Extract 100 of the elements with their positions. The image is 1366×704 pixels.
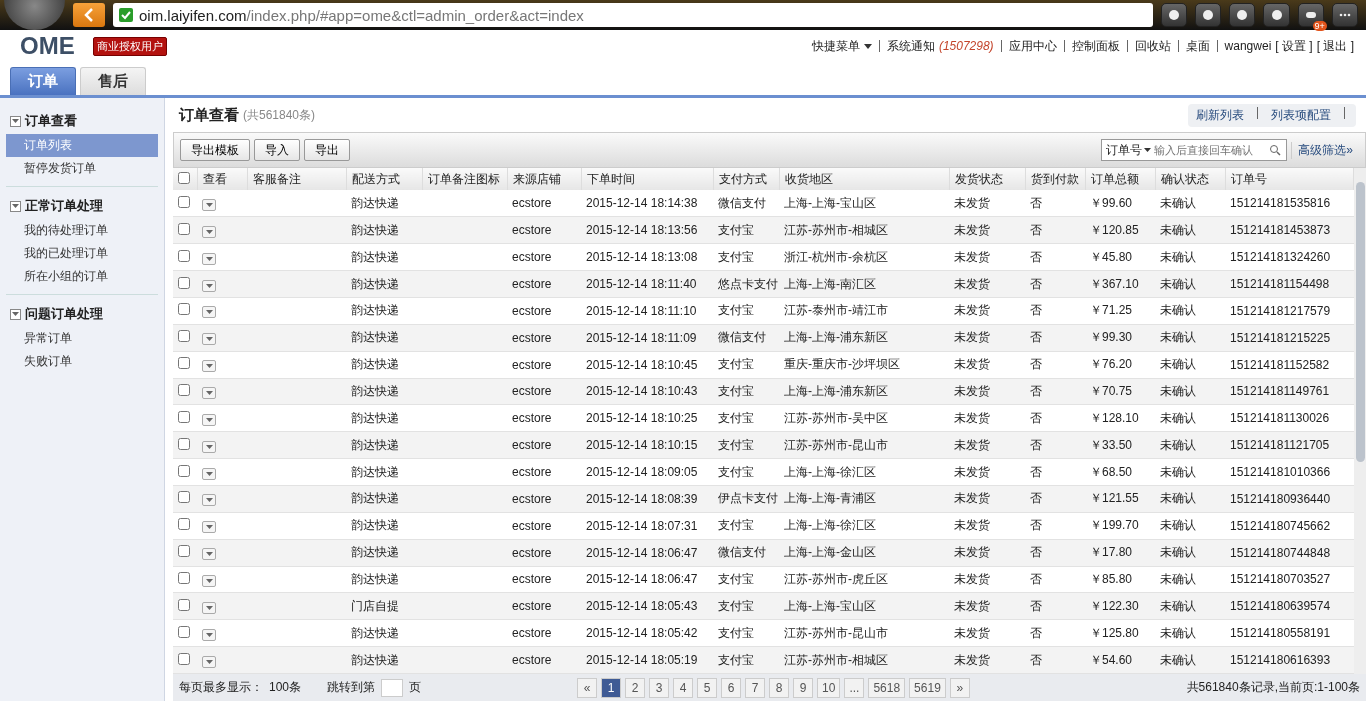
page-button[interactable]: 3 [649, 677, 670, 698]
header-link[interactable]: 控制面板 [1071, 37, 1120, 55]
action-link[interactable]: 列表项配置 [1271, 106, 1331, 124]
row-checkbox[interactable] [178, 491, 190, 504]
page-input[interactable] [381, 678, 404, 697]
search-bar[interactable]: 订单号 输入后直接回车确认 [1101, 139, 1288, 161]
browser-toolbar-button[interactable] [1195, 3, 1222, 27]
row-checkbox[interactable] [178, 303, 190, 316]
page-button[interactable]: 1 [601, 677, 622, 698]
dropdown-icon[interactable] [202, 521, 216, 534]
row-checkbox[interactable] [178, 330, 190, 343]
scrollbar[interactable] [1354, 168, 1366, 674]
dropdown-icon[interactable] [202, 225, 216, 238]
row-checkbox[interactable] [178, 625, 190, 638]
browser-toolbar-button[interactable] [1229, 3, 1256, 27]
action-link[interactable]: 刷新列表 [1196, 106, 1244, 124]
select-all-checkbox[interactable] [178, 171, 190, 184]
column-header[interactable]: 收货地区 [779, 168, 949, 190]
dropdown-icon[interactable] [202, 601, 216, 614]
quick-menu-link[interactable]: 快捷菜单 [811, 37, 860, 55]
browser-toolbar-button[interactable] [1263, 3, 1290, 27]
header-link[interactable]: 回收站 [1134, 37, 1171, 55]
sidebar-item[interactable]: 失败订单 [6, 350, 158, 373]
browser-logo-icon[interactable] [4, 0, 66, 30]
sidebar-item[interactable]: 异常订单 [6, 327, 158, 350]
row-checkbox[interactable] [178, 410, 190, 423]
sidebar-item[interactable]: 我的已处理订单 [6, 242, 158, 265]
dropdown-icon[interactable] [202, 467, 216, 480]
header-link[interactable]: 应用中心 [1008, 37, 1057, 55]
caret-icon[interactable] [1144, 148, 1152, 152]
row-checkbox[interactable] [178, 652, 190, 665]
row-checkbox[interactable] [178, 571, 190, 584]
dropdown-icon[interactable] [202, 279, 216, 292]
header-link[interactable]: [ 退出 ] [1316, 37, 1354, 55]
column-header[interactable]: 订单总额 [1085, 168, 1155, 190]
dropdown-icon[interactable] [202, 574, 216, 587]
dropdown-icon[interactable] [202, 306, 216, 319]
prev-page-button[interactable]: « [577, 677, 598, 698]
browser-toolbar-button[interactable] [1160, 3, 1188, 27]
header-link[interactable]: 桌面 [1185, 37, 1210, 55]
column-header[interactable]: 查看 [197, 168, 247, 190]
page-button[interactable]: 9 [793, 677, 814, 698]
address-field[interactable]: oim.laiyifen.com/index.php/#app=ome&ctl=admin_order&act=index [112, 3, 1153, 27]
dropdown-icon[interactable] [202, 655, 216, 668]
row-checkbox[interactable] [178, 222, 190, 235]
dropdown-icon[interactable] [202, 198, 216, 211]
page-button[interactable]: 5618 [868, 677, 906, 698]
column-header[interactable]: 配送方式 [346, 168, 422, 190]
row-checkbox[interactable] [178, 464, 190, 477]
row-checkbox[interactable] [178, 518, 190, 531]
dropdown-icon[interactable] [202, 413, 216, 426]
column-header[interactable]: 确认状态 [1155, 168, 1225, 190]
collapse-icon[interactable] [10, 308, 21, 320]
notice-link[interactable]: 系统通知 [886, 37, 935, 55]
toolbar-button[interactable]: 导入 [254, 139, 300, 161]
toolbar-button[interactable]: 导出模板 [180, 139, 250, 161]
page-button[interactable]: 7 [745, 677, 766, 698]
sidebar-item[interactable]: 我的待处理订单 [6, 219, 158, 242]
row-checkbox[interactable] [178, 437, 190, 450]
row-checkbox[interactable] [178, 383, 190, 396]
page-button[interactable]: 6 [721, 677, 742, 698]
row-checkbox[interactable] [178, 276, 190, 289]
column-header[interactable]: 订单备注图标 [422, 168, 507, 190]
page-button[interactable]: ... [844, 677, 865, 698]
column-header[interactable]: 货到付款 [1025, 168, 1085, 190]
row-checkbox[interactable] [178, 195, 190, 208]
column-header[interactable]: 下单时间 [581, 168, 713, 190]
row-checkbox[interactable] [178, 545, 190, 558]
page-button[interactable]: 10 [817, 677, 841, 698]
page-button[interactable]: 2 [625, 677, 646, 698]
collapse-icon[interactable] [10, 200, 21, 212]
column-header[interactable]: 订单号 [1225, 168, 1354, 190]
advanced-filter-link[interactable]: 高级筛选» [1291, 141, 1359, 159]
row-checkbox[interactable] [178, 598, 190, 611]
collapse-icon[interactable] [10, 115, 21, 127]
back-button[interactable] [73, 3, 105, 27]
column-header[interactable]: 发货状态 [949, 168, 1025, 190]
toolbar-button[interactable]: 导出 [304, 139, 350, 161]
dropdown-icon[interactable] [202, 494, 216, 507]
caret-icon[interactable] [863, 43, 872, 49]
sidebar-item[interactable]: 所在小组的订单 [6, 265, 158, 288]
page-button[interactable]: 5619 [909, 677, 946, 698]
page-button[interactable]: 5 [697, 677, 718, 698]
nav-tab[interactable]: 售后 [80, 67, 146, 95]
column-header[interactable]: 客服备注 [247, 168, 346, 190]
column-header[interactable]: 来源店铺 [507, 168, 581, 190]
next-page-button[interactable]: » [949, 677, 970, 698]
dropdown-icon[interactable] [202, 386, 216, 399]
dropdown-icon[interactable] [202, 360, 216, 373]
header-link[interactable]: [ 设置 ] [1275, 37, 1313, 55]
dropdown-icon[interactable] [202, 548, 216, 561]
page-button[interactable]: 8 [769, 677, 790, 698]
dropdown-icon[interactable] [202, 333, 216, 346]
sidebar-item[interactable]: 暂停发货订单 [6, 157, 158, 180]
dropdown-icon[interactable] [202, 628, 216, 641]
page-button[interactable]: 4 [673, 677, 694, 698]
search-type-select[interactable]: 订单号 [1102, 141, 1145, 159]
row-checkbox[interactable] [178, 249, 190, 262]
row-checkbox[interactable] [178, 357, 190, 370]
column-header[interactable]: 支付方式 [713, 168, 779, 190]
